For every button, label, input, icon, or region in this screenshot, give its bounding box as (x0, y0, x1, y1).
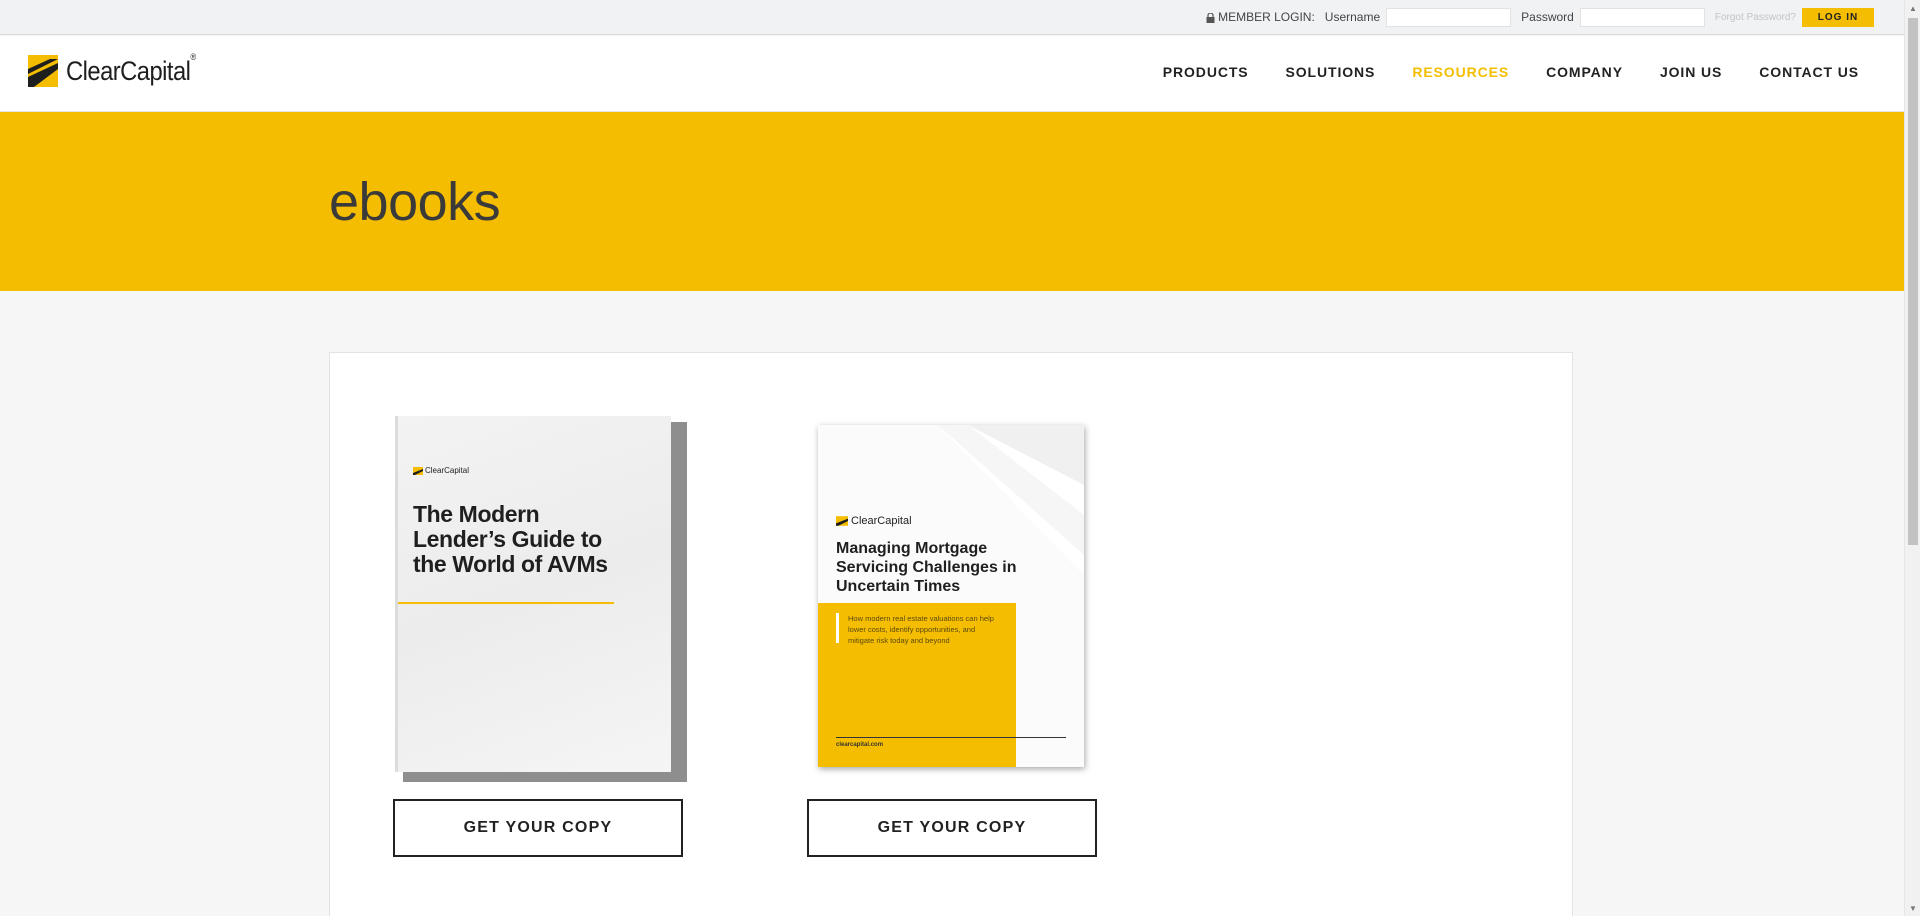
get-your-copy-button-mortgage[interactable]: GET YOUR COPY (807, 799, 1097, 857)
ebook-description: How modern real estate valuations can he… (848, 614, 994, 645)
scrollbar-thumb[interactable] (1908, 18, 1918, 545)
ebook-title: Managing Mortgage Servicing Challenges i… (836, 540, 1017, 595)
cover-logo: ClearCapital (836, 515, 912, 527)
cover-site-url: clearcapital.com (836, 742, 884, 748)
nav-solutions[interactable]: SOLUTIONS (1286, 64, 1376, 80)
password-input[interactable] (1579, 7, 1705, 27)
nav-products[interactable]: PRODUCTS (1163, 64, 1249, 80)
scroll-up-icon[interactable]: ▲ (1905, 0, 1920, 16)
cover-accent-bar (836, 613, 839, 643)
nav-resources[interactable]: RESOURCES (1412, 64, 1509, 80)
main-nav: PRODUCTS SOLUTIONS RESOURCES COMPANY JOI… (1163, 64, 1859, 80)
ebook-title: The Modern Lender’s Guide to the World o… (413, 501, 608, 577)
get-your-copy-button-avms[interactable]: GET YOUR COPY (393, 799, 683, 857)
scroll-down-icon[interactable]: ▼ (1905, 900, 1920, 916)
username-label: Username (1324, 10, 1381, 24)
hero-banner: ebooks (0, 112, 1904, 291)
page-title: ebooks (329, 172, 501, 232)
book-cover: ClearCapital The Modern Lender’s Guide t… (395, 416, 671, 772)
cover-logo: ClearCapital (413, 466, 469, 475)
login-button[interactable]: LOG IN (1802, 7, 1874, 27)
clearcapital-logo-icon (413, 466, 423, 475)
lock-icon (1206, 13, 1215, 23)
cover-footer-rule (836, 737, 1066, 738)
ebook-cover-avms[interactable]: ClearCapital The Modern Lender’s Guide t… (395, 416, 687, 782)
logo-text: ClearCapital® (66, 51, 196, 86)
password-label: Password (1521, 10, 1574, 24)
clearcapital-logo-icon (28, 55, 58, 87)
site-header: ClearCapital® PRODUCTS SOLUTIONS RESOURC… (0, 36, 1904, 112)
cover-divider (398, 602, 614, 604)
member-login-label: MEMBER LOGIN: (1206, 10, 1315, 24)
nav-company[interactable]: COMPANY (1546, 64, 1623, 80)
nav-join-us[interactable]: JOIN US (1660, 64, 1722, 80)
forgot-password-link[interactable]: Forgot Password? (1715, 12, 1796, 23)
ebook-cover-mortgage-servicing[interactable]: ClearCapital Managing Mortgage Servicing… (818, 425, 1084, 767)
nav-contact-us[interactable]: CONTACT US (1759, 64, 1859, 80)
username-input[interactable] (1386, 7, 1512, 27)
clearcapital-logo[interactable]: ClearCapital® (28, 51, 213, 87)
clearcapital-logo-icon (836, 516, 848, 526)
page-scrollbar[interactable]: ▲ ▼ (1904, 0, 1920, 916)
member-login-bar: MEMBER LOGIN: Username Password Forgot P… (0, 0, 1904, 35)
